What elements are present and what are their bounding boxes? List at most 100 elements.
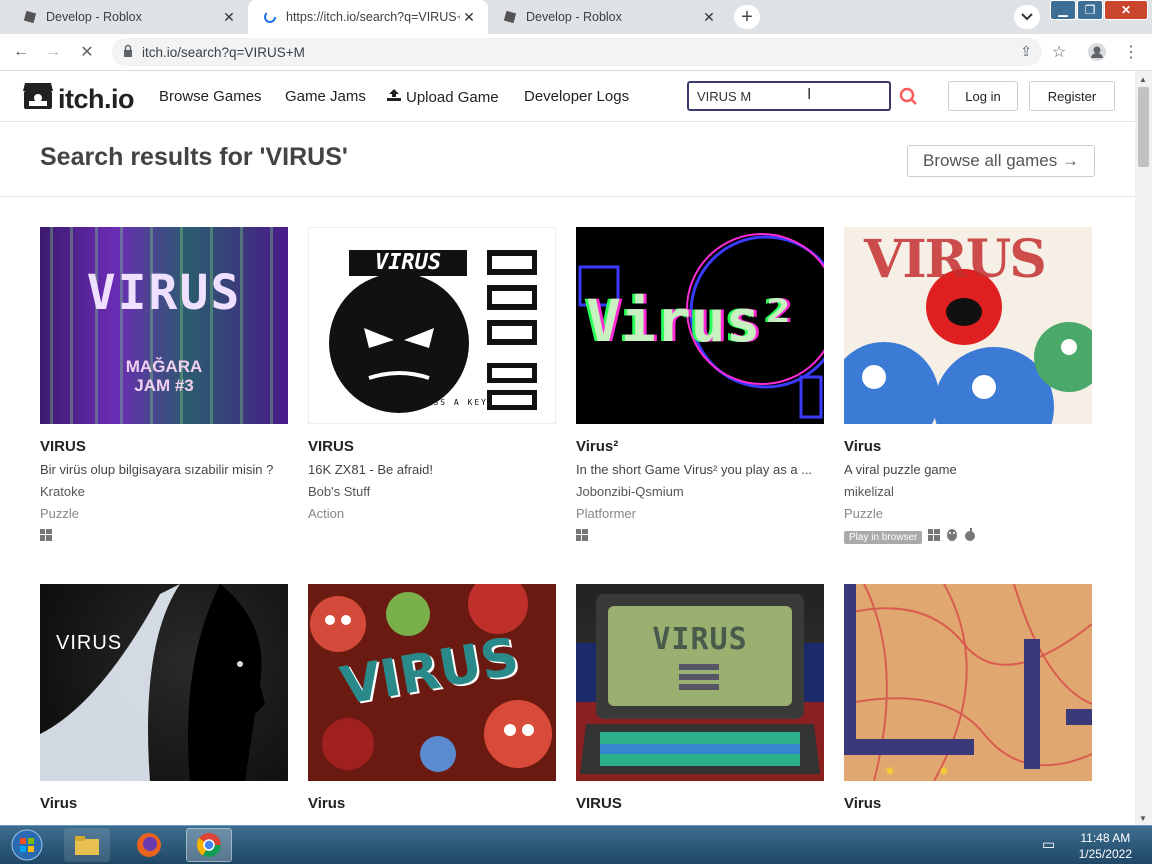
tab-title: Develop - Roblox	[526, 10, 622, 24]
game-thumbnail[interactable]: ✷ ✷	[844, 584, 1092, 781]
play-in-browser-badge: Play in browser	[844, 530, 923, 544]
game-thumbnail[interactable]: VIRUS MAĞARA JAM #3	[40, 227, 288, 424]
windows-icon	[40, 528, 52, 546]
tab-title: https://itch.io/search?q=VIRUS+M	[286, 10, 460, 24]
logo-text: itch.io	[58, 84, 135, 114]
site-header: itch.io Browse Games Game Jams Upload Ga…	[0, 71, 1135, 122]
tab-develop-roblox-1[interactable]: Develop - Roblox ✕	[8, 0, 248, 34]
game-title[interactable]: Virus	[844, 795, 1092, 815]
game-author[interactable]: mikelizal	[844, 484, 1092, 502]
file-explorer-icon[interactable]	[64, 828, 110, 862]
profile-avatar-icon[interactable]	[1084, 40, 1110, 64]
firefox-icon[interactable]	[126, 828, 172, 862]
svg-text:✷: ✷	[938, 763, 950, 779]
forward-arrow-icon[interactable]: →	[40, 40, 66, 64]
back-arrow-icon[interactable]: ←	[8, 40, 34, 64]
roblox-favicon-icon	[22, 9, 38, 25]
game-description: In the short Game Virus² you play as a .…	[576, 462, 813, 477]
text-cursor-icon: I	[807, 86, 812, 103]
game-thumbnail[interactable]: VIRUS	[576, 584, 824, 781]
game-author[interactable]: Bob's Stuff	[308, 484, 556, 502]
apple-icon	[964, 528, 976, 546]
game-card[interactable]: VIRUS Virus A viral puzzle game mikeliza…	[844, 227, 1092, 544]
page-scrollbar[interactable]: ▲ ▼	[1135, 71, 1152, 825]
tab-search-chevron-icon[interactable]	[1014, 5, 1040, 29]
close-window-icon[interactable]: ✕	[1104, 0, 1148, 20]
nav-game-jams[interactable]: Game Jams	[285, 88, 366, 105]
scroll-up-icon[interactable]: ▲	[1139, 75, 1147, 84]
address-bar[interactable]: itch.io/search?q=VIRUS+M ⇪	[112, 38, 1042, 66]
lock-icon	[122, 44, 134, 61]
game-title[interactable]: Virus	[40, 795, 288, 815]
browse-all-games-button[interactable]: Browse all games →	[907, 145, 1095, 177]
linux-icon	[946, 528, 958, 546]
game-card[interactable]: VIRUS Virus	[308, 584, 556, 815]
game-card[interactable]: VIRUS VIRUS	[576, 584, 824, 815]
close-icon[interactable]: ✕	[700, 8, 718, 26]
search-value: VIRUS M	[697, 88, 752, 104]
start-button-icon[interactable]	[4, 828, 50, 862]
game-card[interactable]: VIRUS PRESS A KEY VIRUS 16K ZX81 - Be af…	[308, 227, 556, 524]
game-thumbnail[interactable]: VIRUS	[844, 227, 1092, 424]
minimize-icon[interactable]: ▁	[1050, 0, 1076, 20]
thumb-title-text: VIRUS	[86, 265, 242, 321]
search-icon[interactable]	[897, 85, 921, 109]
browser-toolbar: ← → ✕ itch.io/search?q=VIRUS+M ⇪ ☆ ⋮	[0, 34, 1152, 71]
nav-upload-label: Upload Game	[406, 88, 499, 106]
itch-logo-icon	[22, 81, 54, 118]
menu-kebab-icon[interactable]: ⋮	[1118, 40, 1144, 64]
scroll-thumb[interactable]	[1138, 87, 1149, 167]
new-tab-plus-icon[interactable]: +	[734, 5, 760, 29]
windows-icon	[928, 528, 941, 546]
thumb-title-text: VIRUS	[652, 622, 748, 657]
game-title[interactable]: VIRUS	[576, 795, 824, 815]
thumb-title-text: Virus²	[586, 287, 796, 355]
network-icon[interactable]: ▭	[1042, 836, 1055, 853]
game-title[interactable]: Virus	[844, 438, 1092, 458]
login-button[interactable]: Log in	[948, 81, 1018, 111]
game-title[interactable]: VIRUS	[40, 438, 288, 458]
game-thumbnail[interactable]: Virus²	[576, 227, 824, 424]
game-description: Bir virüs olup bilgisayara sızabilir mis…	[40, 462, 274, 477]
nav-upload-game[interactable]: Upload Game	[386, 88, 499, 106]
game-genre: Puzzle	[40, 506, 80, 521]
thumb-title-text: VIRUS	[864, 229, 1047, 290]
search-input[interactable]: VIRUS M I	[687, 81, 891, 111]
retro-computer-art	[580, 594, 820, 774]
upload-icon	[386, 88, 402, 106]
close-icon[interactable]: ✕	[220, 8, 238, 26]
nav-developer-logs[interactable]: Developer Logs	[524, 88, 629, 105]
bookmark-star-icon[interactable]: ☆	[1046, 40, 1072, 64]
system-clock[interactable]: 11:48 AM 1/25/2022	[1079, 830, 1132, 862]
url-text: itch.io/search?q=VIRUS+M	[142, 44, 305, 60]
maximize-icon[interactable]: ❐	[1077, 0, 1103, 20]
register-button[interactable]: Register	[1029, 81, 1115, 111]
platform-list: Play in browser	[844, 528, 1092, 546]
game-card[interactable]: ✷ ✷ Virus	[844, 584, 1092, 815]
stop-loading-icon[interactable]: ✕	[74, 40, 100, 64]
game-title[interactable]: VIRUS	[308, 438, 556, 458]
game-author[interactable]: Kratoke	[40, 484, 288, 502]
game-thumbnail[interactable]: VIRUS	[40, 584, 288, 781]
game-title[interactable]: Virus	[308, 795, 556, 815]
game-thumbnail[interactable]: VIRUS	[308, 584, 556, 781]
game-card[interactable]: Virus² Virus² In the short Game Virus² y…	[576, 227, 824, 544]
game-title[interactable]: Virus²	[576, 438, 824, 458]
scroll-down-icon[interactable]: ▼	[1139, 814, 1147, 823]
white-hair-portrait-art	[40, 584, 265, 781]
tab-develop-roblox-2[interactable]: Develop - Roblox ✕	[488, 0, 728, 34]
nav-browse-games[interactable]: Browse Games	[159, 88, 262, 105]
itch-logo[interactable]: itch.io	[22, 81, 135, 118]
clock-date: 1/25/2022	[1078, 847, 1132, 861]
game-card[interactable]: VIRUS Virus	[40, 584, 288, 815]
browser-tab-strip: Develop - Roblox ✕ https://itch.io/searc…	[0, 0, 1152, 34]
game-thumbnail[interactable]: VIRUS PRESS A KEY	[308, 227, 556, 424]
game-author[interactable]: Jobonzibi-Qsmium	[576, 484, 824, 502]
share-icon[interactable]: ⇪	[1020, 43, 1032, 60]
chrome-icon[interactable]	[186, 828, 232, 862]
game-card[interactable]: VIRUS MAĞARA JAM #3 VIRUS Bir virüs olup…	[40, 227, 288, 544]
thumb-subtitle-text: PRESS A KEY	[413, 398, 488, 407]
platform-list	[40, 528, 288, 546]
tab-itch-search[interactable]: https://itch.io/search?q=VIRUS+M ✕	[248, 0, 488, 34]
close-icon[interactable]: ✕	[460, 8, 478, 26]
